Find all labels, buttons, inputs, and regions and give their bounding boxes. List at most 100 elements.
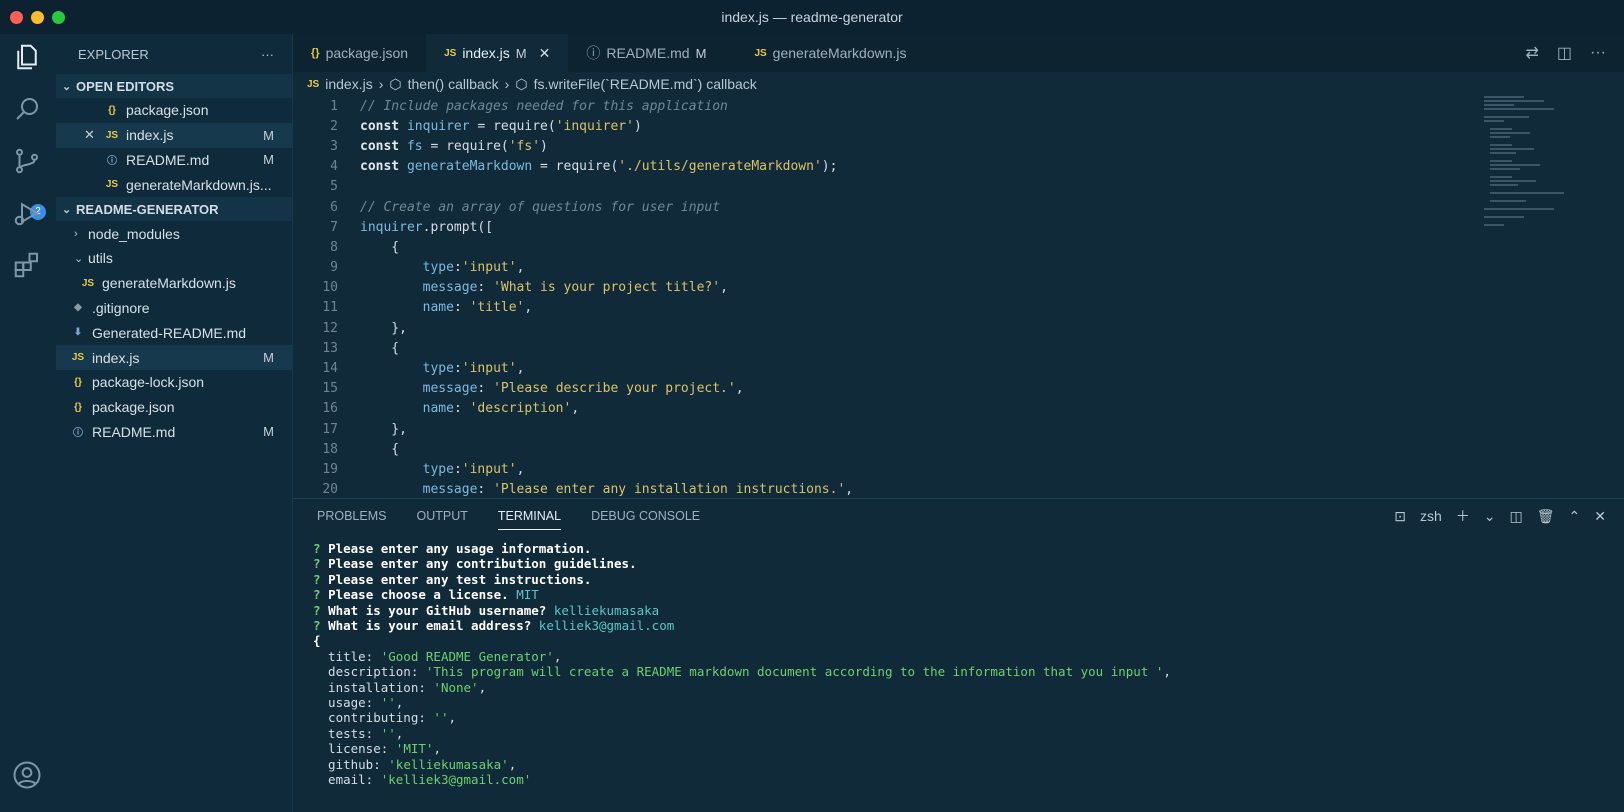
line-number: 19 <box>322 461 338 477</box>
chevron-right-icon: › <box>74 227 78 240</box>
trash-icon[interactable]: 🗑 <box>1537 508 1555 525</box>
terminal-line: license: 'MIT', <box>313 741 441 757</box>
code-line: 1 // Include packages needed for this app… <box>293 96 1423 116</box>
json-file-icon: {} <box>311 47 320 59</box>
json-file-icon: {} <box>74 401 82 413</box>
code-text: type:'input', <box>422 260 525 276</box>
minimap[interactable] <box>1484 96 1564 236</box>
tree-item-label: node_modules <box>88 225 180 242</box>
tree-item-file[interactable]: JS index.js M <box>56 345 292 370</box>
js-file-icon: JS <box>105 179 119 191</box>
account-icon[interactable] <box>12 760 44 792</box>
project-section[interactable]: ⌄ README-GENERATOR <box>56 197 292 222</box>
code-line: 14 type:'input', <box>293 358 1423 378</box>
line-number: 1 <box>330 98 338 114</box>
code-line: 19 type:'input', <box>293 459 1423 479</box>
close-icon[interactable]: ✕ <box>84 127 104 143</box>
info-file-icon: ⓘ <box>586 45 601 61</box>
terminal-line: description: 'This program will create a… <box>313 664 1171 680</box>
modified-badge: M <box>263 350 274 366</box>
code-line: 2 const inquirer = require('inquirer') <box>293 116 1423 136</box>
tab-index-js[interactable]: JS index.js M ✕ <box>426 34 569 72</box>
terminal-shell-label[interactable]: zsh <box>1420 508 1442 524</box>
close-window-button[interactable] <box>10 11 23 24</box>
tree-item-file[interactable]: {} package-lock.json <box>56 370 292 395</box>
search-icon[interactable] <box>12 94 44 126</box>
source-control-icon[interactable] <box>12 146 44 178</box>
close-icon[interactable]: ✕ <box>539 45 551 62</box>
js-file-icon: JS <box>71 352 85 364</box>
tree-item-label: README.md <box>92 423 176 440</box>
split-terminal-icon[interactable]: ◫ <box>1510 508 1523 525</box>
chevron-down-icon: ⌄ <box>74 252 84 265</box>
new-terminal-icon[interactable]: ＋ <box>1456 506 1470 526</box>
open-editor-label: package.json <box>126 102 209 119</box>
tab-debug-console[interactable]: DEBUG CONSOLE <box>591 509 700 523</box>
tree-item-file[interactable]: ⬇ Generated-README.md <box>56 320 292 345</box>
breadcrumb-file[interactable]: index.js <box>325 76 372 92</box>
tree-item-file[interactable]: {} package.json <box>56 395 292 420</box>
tree-item-label: package-lock.json <box>92 374 205 391</box>
maximize-panel-icon[interactable]: ⌃ <box>1569 508 1581 525</box>
line-number: 15 <box>322 381 338 397</box>
terminal-line: { <box>313 633 321 649</box>
breadcrumb-callback[interactable]: fs.writeFile(`README.md`) callback <box>534 76 757 92</box>
chevron-down-icon[interactable]: ⌄ <box>1484 508 1496 525</box>
open-editors-section[interactable]: ⌄ OPEN EDITORS <box>56 74 292 98</box>
title-bar: index.js — readme-generator <box>0 0 1624 34</box>
line-number: 16 <box>322 401 338 417</box>
compare-changes-icon[interactable]: ⇄ <box>1525 43 1538 63</box>
split-editor-icon[interactable]: ◫ <box>1557 43 1572 63</box>
line-number: 7 <box>330 219 338 235</box>
tab-problems[interactable]: PROBLEMS <box>317 509 386 523</box>
open-editor-item[interactable]: ✕ JS index.js M <box>56 122 292 148</box>
explorer-title: EXPLORER <box>78 46 149 62</box>
maximize-window-button[interactable] <box>52 11 65 24</box>
extensions-icon[interactable] <box>12 250 44 282</box>
tab-output[interactable]: OUTPUT <box>416 509 467 523</box>
code-line: 10 message: 'What is your project title?… <box>293 278 1423 298</box>
tree-item-label: generateMarkdown.js <box>102 275 236 292</box>
line-number: 17 <box>322 421 338 437</box>
explorer-icon[interactable] <box>12 42 44 74</box>
open-editors-title: OPEN EDITORS <box>76 78 175 94</box>
project-title: README-GENERATOR <box>76 201 219 217</box>
more-actions-icon[interactable]: ··· <box>261 47 274 62</box>
terminal-line: ? Please enter any usage information. <box>313 541 592 556</box>
tree-item-file[interactable]: ◆ .gitignore <box>56 296 292 321</box>
code-text: // Create an array of questions for user… <box>360 199 721 215</box>
tab-package-json[interactable]: {} package.json <box>293 34 426 72</box>
code-text: type:'input', <box>422 461 525 477</box>
line-number: 2 <box>330 118 338 134</box>
tab-label: README.md <box>606 45 690 61</box>
code-line: 11 name: 'title', <box>293 298 1423 318</box>
tree-item-file[interactable]: ⓘ README.md M <box>56 420 292 445</box>
tree-item-file[interactable]: JS generateMarkdown.js <box>56 271 292 296</box>
code-line: 6 // Create an array of questions for use… <box>293 197 1423 217</box>
tab-readme-md[interactable]: ⓘ README.md M <box>568 34 724 72</box>
line-number: 18 <box>322 441 338 457</box>
terminal-line: email: 'kelliek3@gmail.com' <box>313 772 532 788</box>
breadcrumb-callback[interactable]: then() callback <box>408 76 499 92</box>
minimize-window-button[interactable] <box>31 11 44 24</box>
code-text: { <box>360 340 400 356</box>
tab-generate-markdown-js[interactable]: JS generateMarkdown.js <box>724 34 924 72</box>
line-number: 5 <box>330 179 338 195</box>
editor-actions: ⇄ ◫ ··· <box>1525 34 1624 72</box>
open-editor-item[interactable]: {} package.json <box>56 98 292 123</box>
info-file-icon: ⓘ <box>73 428 83 440</box>
close-panel-icon[interactable]: ✕ <box>1594 508 1606 525</box>
terminal-line: github: 'kelliekumasaka', <box>313 756 517 772</box>
code-text: // Include packages needed for this appl… <box>360 98 728 114</box>
tree-item-folder[interactable]: ⌄ utils <box>56 246 292 271</box>
code-line: 3 const fs = require('fs') <box>293 136 1423 156</box>
more-actions-icon[interactable]: ··· <box>1590 44 1606 62</box>
tree-item-folder[interactable]: › node_modules <box>56 221 292 246</box>
open-editor-item[interactable]: JS generateMarkdown.js... <box>56 172 292 197</box>
code-editor[interactable]: 1 // Include packages needed for this app… <box>293 96 1423 500</box>
terminal-output[interactable]: ? Please enter any usage information.? P… <box>313 541 1171 788</box>
tab-terminal[interactable]: TERMINAL <box>497 509 562 530</box>
run-debug-icon[interactable] <box>12 198 44 230</box>
panel-actions: ⊡ zsh ＋ ⌄ ◫ 🗑 ⌃ ✕ <box>1394 506 1624 526</box>
open-editor-item[interactable]: ⓘ README.md M <box>56 148 292 173</box>
